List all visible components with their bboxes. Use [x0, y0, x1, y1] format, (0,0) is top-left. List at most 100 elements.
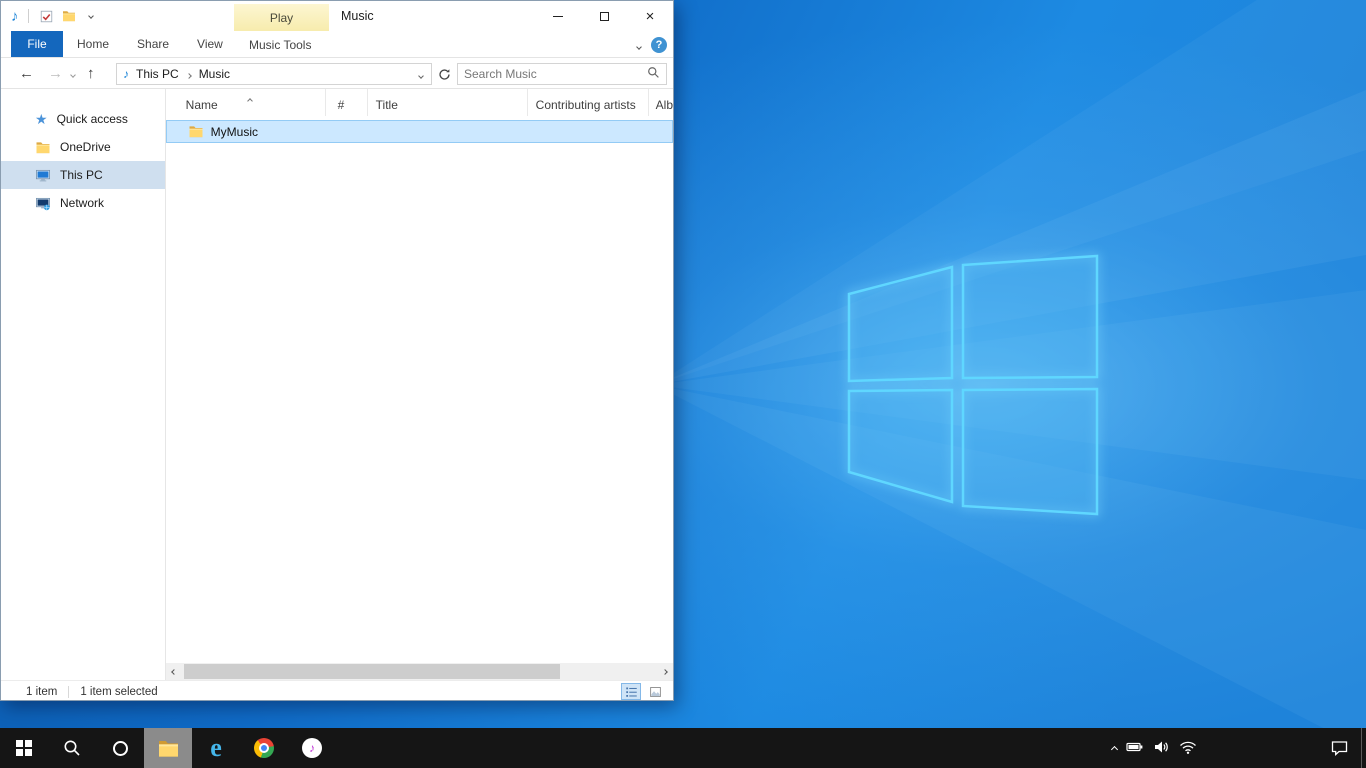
internet-explorer-icon: e	[210, 735, 222, 761]
sidebar-item-label: OneDrive	[60, 140, 111, 154]
column-header-number[interactable]: #	[326, 89, 368, 116]
navigation-pane: ★ Quick access OneDrive This PC Network	[1, 89, 166, 680]
search-icon[interactable]	[647, 66, 660, 82]
folder-icon	[188, 125, 204, 138]
collapse-ribbon-icon[interactable]	[637, 38, 641, 52]
chrome-button[interactable]	[240, 728, 288, 768]
refresh-button[interactable]	[434, 63, 454, 85]
details-view-button[interactable]	[621, 683, 641, 700]
recent-locations-icon[interactable]	[71, 66, 75, 80]
contextual-tab-play[interactable]: Play	[234, 4, 329, 31]
search-icon	[63, 739, 81, 757]
windows-logo-icon	[16, 740, 32, 756]
minimize-icon	[553, 16, 563, 17]
explorer-window: ♪ Play Music × File Home Share View Musi…	[0, 0, 674, 701]
maximize-icon	[600, 12, 609, 21]
itunes-icon: ♪	[302, 738, 322, 758]
sort-ascending-icon	[248, 92, 252, 106]
back-button[interactable]: ←	[19, 66, 34, 81]
sidebar-item-quick-access[interactable]: ★ Quick access	[1, 105, 165, 133]
file-explorer-icon	[157, 739, 180, 758]
item-count: 1 item	[26, 686, 57, 698]
show-desktop-button[interactable]	[1361, 728, 1366, 768]
sidebar-item-label: This PC	[60, 168, 103, 182]
scrollbar-track[interactable]	[183, 663, 656, 680]
tab-view[interactable]: View	[183, 31, 237, 57]
contextual-tab-label: Play	[270, 11, 293, 25]
properties-icon[interactable]	[36, 4, 58, 28]
taskbar: e ♪	[0, 728, 1366, 768]
navigation-bar: ← → ↑ ♪ This PC Music	[1, 58, 673, 89]
column-header-title[interactable]: Title	[368, 89, 528, 116]
titlebar-divider	[28, 9, 29, 23]
tab-home[interactable]: Home	[63, 31, 123, 57]
ribbon-tab-row: File Home Share View Music Tools ?	[1, 31, 673, 58]
statusbar-divider	[68, 686, 69, 698]
tab-share[interactable]: Share	[123, 31, 183, 57]
sidebar-item-onedrive[interactable]: OneDrive	[1, 133, 165, 161]
file-explorer-taskbar-button[interactable]	[144, 728, 192, 768]
close-icon: ×	[646, 9, 655, 24]
customize-qat-icon[interactable]	[80, 4, 102, 28]
system-tray	[1112, 728, 1197, 768]
column-header-name[interactable]: Name	[166, 89, 326, 116]
action-center-icon	[1331, 740, 1348, 756]
help-button[interactable]: ?	[651, 37, 667, 53]
network-wifi-icon[interactable]	[1179, 739, 1197, 758]
maximize-button[interactable]	[581, 1, 627, 31]
address-bar[interactable]: ♪ This PC Music	[116, 63, 432, 85]
large-icons-view-button[interactable]	[645, 683, 665, 700]
cortana-icon	[113, 741, 128, 756]
file-row-mymusic[interactable]: MyMusic	[166, 120, 673, 143]
scroll-left-icon[interactable]	[166, 663, 183, 680]
volume-icon[interactable]	[1153, 739, 1170, 758]
sidebar-item-network[interactable]: Network	[1, 189, 165, 217]
column-label: Title	[376, 98, 398, 112]
up-button[interactable]: ↑	[87, 66, 95, 81]
column-label: Name	[186, 98, 218, 112]
file-name: MyMusic	[211, 125, 258, 139]
column-header-album[interactable]: Alb	[649, 89, 673, 116]
scrollbar-thumb[interactable]	[184, 664, 560, 679]
horizontal-scrollbar[interactable]	[166, 663, 673, 680]
cortana-button[interactable]	[96, 728, 144, 768]
battery-icon[interactable]	[1126, 739, 1144, 758]
scroll-right-icon[interactable]	[656, 663, 673, 680]
itunes-button[interactable]: ♪	[288, 728, 336, 768]
hidden-icons-chevron-icon[interactable]	[1112, 741, 1117, 755]
selected-count: 1 item selected	[80, 686, 157, 698]
address-dropdown-icon[interactable]	[419, 67, 423, 81]
column-header-contributing-artists[interactable]: Contributing artists	[528, 89, 649, 116]
breadcrumb-music[interactable]: Music	[197, 67, 232, 81]
minimize-button[interactable]	[535, 1, 581, 31]
tab-file[interactable]: File	[11, 31, 63, 57]
chrome-icon	[254, 738, 274, 758]
breadcrumb-this-pc[interactable]: This PC	[134, 67, 181, 81]
sidebar-item-label: Network	[60, 196, 104, 210]
file-list-pane: Name # Title Contributing artists Alb	[166, 89, 673, 680]
taskbar-search-button[interactable]	[48, 728, 96, 768]
music-note-icon: ♪	[11, 9, 19, 24]
this-pc-icon	[35, 168, 51, 183]
new-folder-icon[interactable]	[58, 4, 80, 28]
window-title: Music	[341, 1, 374, 31]
search-box[interactable]	[457, 63, 667, 85]
start-button[interactable]	[0, 728, 48, 768]
internet-explorer-button[interactable]: e	[192, 728, 240, 768]
breadcrumb-chevron-icon[interactable]	[187, 67, 191, 81]
sidebar-item-label: Quick access	[57, 112, 128, 126]
network-icon	[35, 196, 51, 211]
address-music-icon: ♪	[123, 67, 129, 81]
quick-access-star-icon: ★	[35, 112, 48, 126]
title-bar[interactable]: ♪ Play Music ×	[1, 1, 673, 31]
action-center-button[interactable]	[1331, 728, 1348, 768]
forward-button[interactable]: →	[48, 66, 63, 81]
column-label: Contributing artists	[536, 98, 636, 112]
sidebar-item-this-pc[interactable]: This PC	[1, 161, 165, 189]
tab-music-tools[interactable]: Music Tools	[239, 31, 321, 58]
column-label: Alb	[656, 98, 673, 112]
onedrive-icon	[35, 141, 51, 154]
search-input[interactable]	[458, 64, 647, 84]
close-button[interactable]: ×	[627, 1, 673, 31]
column-headers: Name # Title Contributing artists Alb	[166, 89, 673, 116]
